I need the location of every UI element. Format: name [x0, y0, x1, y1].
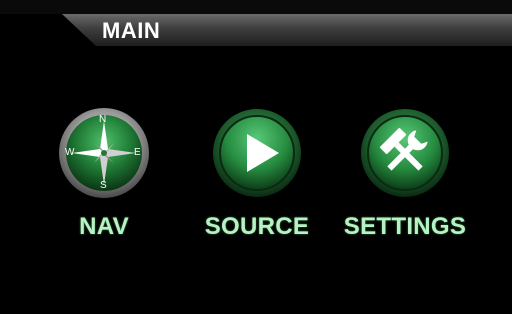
top-bezel: [0, 0, 512, 14]
page-title: MAIN: [102, 18, 161, 43]
source-label: SOURCE: [204, 213, 310, 240]
nav-button[interactable]: N S E W NAV: [58, 107, 150, 241]
compass-east-label: E: [134, 147, 141, 158]
compass-north-label: N: [99, 114, 107, 125]
compass-icon: N S E W: [58, 107, 150, 199]
compass-south-label: S: [100, 180, 107, 191]
compass-west-label: W: [65, 147, 75, 158]
settings-button[interactable]: SETTINGS: [340, 107, 470, 241]
tools-icon: [359, 107, 451, 199]
main-screen: MAIN N S E W NAV SOURCE SETTINGS: [0, 0, 512, 314]
source-button[interactable]: SOURCE: [202, 107, 312, 241]
play-icon: [211, 107, 303, 199]
nav-label: NAV: [79, 213, 129, 240]
settings-label: SETTINGS: [343, 213, 467, 240]
